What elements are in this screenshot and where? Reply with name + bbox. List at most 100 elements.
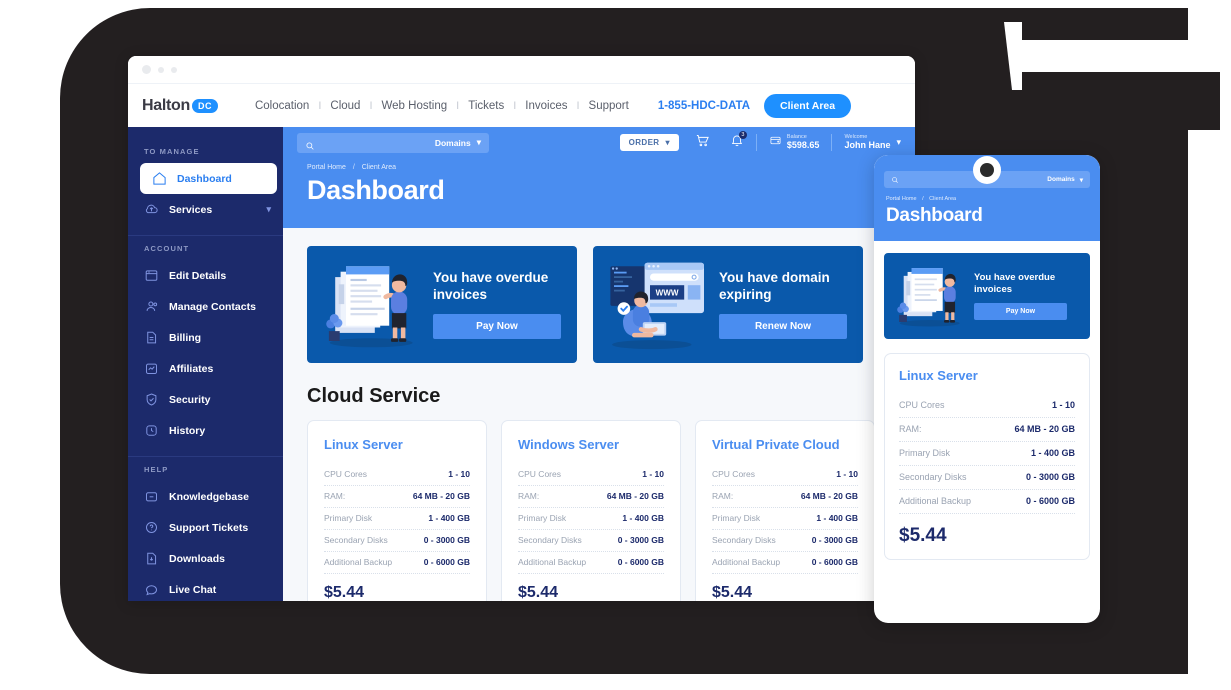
document-icon (144, 330, 159, 345)
nav-item-support[interactable]: Support (580, 100, 638, 112)
nav-item-tickets[interactable]: Tickets (459, 100, 513, 112)
people-icon (144, 299, 159, 314)
pay-now-button[interactable]: Pay Now (433, 314, 561, 340)
spec-key: CPU Cores (899, 400, 945, 410)
sidebar-item-knowledgebase[interactable]: Knowledgebase (128, 481, 283, 512)
spec-value: 0 - 6000 GB (811, 557, 858, 567)
chevron-down-icon: ▾ (665, 138, 670, 147)
halton-dc-logo[interactable]: Halton DC (142, 97, 218, 115)
tablet-alert-text: You have overdue invoices Pay Now (974, 272, 1082, 320)
svg-text:WWW: WWW (656, 288, 679, 297)
sidebar-item-billing[interactable]: Billing (128, 322, 283, 353)
sidebar-item-manage-contacts[interactable]: Manage Contacts (128, 291, 283, 322)
plan-price: $5.44 (712, 584, 753, 601)
spec-value: 1 - 10 (1051, 400, 1075, 410)
sidebar-item-edit-details[interactable]: Edit Details (128, 260, 283, 291)
balance-label: Balance (786, 133, 807, 140)
client-area-button[interactable]: Client Area (764, 93, 852, 118)
nav-item-cloud[interactable]: Cloud (321, 100, 369, 112)
breadcrumb-current: Client Area (361, 164, 397, 171)
plan-spec-row: RAM: 64 MB - 20 GB (324, 486, 470, 508)
sidebar-item-history[interactable]: History (128, 415, 283, 446)
sidebar-item-dashboard[interactable]: Dashboard (140, 163, 277, 194)
download-icon (144, 551, 159, 566)
home-icon (152, 171, 167, 186)
plan-spec-row: RAM: 64 MB - 20 GB (712, 486, 858, 508)
logo-badge: DC (191, 98, 218, 113)
sidebar-item-live-chat[interactable]: Live Chat (128, 574, 283, 601)
plan-name: Linux Server (324, 437, 403, 452)
spec-key: Primary Disk (899, 448, 950, 458)
maximize-dot[interactable] (171, 66, 177, 73)
divider (755, 134, 757, 151)
spec-value: 64 MB - 20 GB (606, 491, 664, 501)
sidebar-item-label: Services (169, 203, 213, 216)
plan-spec-row: CPU Cores 1 - 10 (518, 464, 664, 486)
order-button[interactable]: ORDER ▾ (619, 134, 679, 151)
plan-card-windows-server[interactable]: Windows Server CPU Cores 1 - 10 RAM: 64 … (501, 420, 681, 601)
cart-button[interactable] (695, 133, 710, 153)
chart-icon (144, 361, 159, 376)
spec-key: Secondary Disks (324, 535, 388, 545)
tablet-plan-card-linux-server[interactable]: Linux Server CPU Cores 1 - 10 RAM: 64 MB… (884, 353, 1090, 560)
search-input[interactable]: Domains ▾ (297, 132, 489, 153)
user-menu[interactable]: Welcome John Hane ▾ (844, 134, 901, 151)
sidebar-item-affiliates[interactable]: Affiliates (128, 353, 283, 384)
sidebar-item-label: Dashboard (177, 172, 232, 185)
user-name: John Hane (844, 140, 891, 151)
plan-card-linux-server[interactable]: Linux Server CPU Cores 1 - 10 RAM: 64 MB… (307, 420, 487, 601)
chat-icon (144, 582, 159, 597)
nav-item-colocation[interactable]: Colocation (246, 100, 318, 112)
spec-value: 0 - 3000 GB (423, 535, 470, 545)
spec-value: 0 - 6000 GB (1025, 496, 1075, 506)
spec-key: RAM: (324, 491, 346, 501)
minimize-dot[interactable] (158, 66, 164, 73)
spec-key: Secondary Disks (899, 472, 967, 482)
sidebar: TO MANAGE Dashboard Services ▾ ACCOUNT E… (128, 127, 283, 601)
sidebar-item-support-tickets[interactable]: Support Tickets (128, 512, 283, 543)
site-top-navigation: Halton DC Colocation I Cloud I Web Hosti… (128, 84, 915, 127)
balance-widget[interactable]: Balance $598.65 (769, 133, 819, 152)
renew-now-button[interactable]: Renew Now (719, 314, 847, 340)
spec-value: 64 MB - 20 GB (412, 491, 470, 501)
nav-item-web-hosting[interactable]: Web Hosting (373, 100, 457, 112)
sidebar-item-downloads[interactable]: Downloads (128, 543, 283, 574)
breadcrumb-home[interactable]: Portal Home (307, 164, 346, 171)
plan-spec-row: Additional Backup 0 - 6000 GB (518, 552, 664, 574)
sidebar-item-label: Security (169, 393, 211, 406)
sidebar-item-security[interactable]: Security (128, 384, 283, 415)
spec-value: 1 - 10 (448, 469, 470, 479)
phone-number-link[interactable]: 1-855-HDC-DATA (658, 100, 750, 112)
plan-price: $5.44 (324, 584, 365, 601)
tablet-pay-now-button[interactable]: Pay Now (974, 302, 1067, 320)
plan-spec-row: Primary Disk 1 - 400 GB (712, 508, 858, 530)
section-title-cloud-service: Cloud Service (307, 385, 441, 407)
tablet-plan-spec-row: Primary Disk 1 - 400 GB (899, 442, 1075, 466)
spec-key: Primary Disk (518, 513, 567, 523)
window-icon (144, 268, 159, 283)
spec-key: Additional Backup (324, 557, 393, 567)
spec-key: CPU Cores (518, 469, 561, 479)
tablet-domains-select[interactable]: Domains ▾ (1047, 176, 1083, 184)
close-dot[interactable] (142, 65, 151, 74)
spec-key: Secondary Disks (518, 535, 582, 545)
spec-value: 64 MB - 20 GB (1014, 424, 1075, 434)
screenshot-stage: Halton DC Colocation I Cloud I Web Hosti… (0, 0, 1231, 690)
spec-value: 1 - 400 GB (622, 513, 664, 523)
tablet-alert-title: You have overdue invoices (974, 272, 1056, 295)
domains-select[interactable]: Domains ▾ (435, 137, 481, 148)
spec-key: CPU Cores (712, 469, 755, 479)
notifications-button[interactable]: 3 (730, 131, 747, 152)
plan-name: Windows Server (518, 437, 620, 452)
sidebar-item-label: History (169, 424, 206, 437)
spec-key: Additional Backup (518, 557, 587, 567)
plan-card-virtual-private-cloud[interactable]: Virtual Private Cloud CPU Cores 1 - 10 R… (695, 420, 875, 601)
breadcrumb: Portal Home / Client Area (283, 158, 915, 171)
tablet-breadcrumb: Portal Home / Client Area (884, 188, 1090, 202)
plan-spec-row: Primary Disk 1 - 400 GB (518, 508, 664, 530)
welcome-label: Welcome (844, 133, 868, 140)
nav-item-invoices[interactable]: Invoices (516, 100, 576, 112)
sidebar-item-services[interactable]: Services ▾ (128, 194, 283, 225)
sidebar-item-label: Affiliates (169, 362, 214, 375)
breadcrumb-home[interactable]: Portal Home (886, 196, 917, 202)
